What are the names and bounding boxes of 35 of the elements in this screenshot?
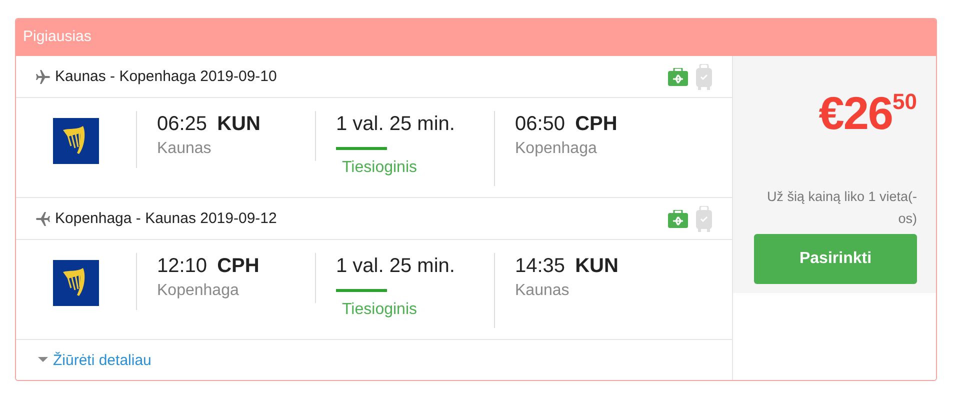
harp-logo-icon — [53, 260, 99, 306]
duration-line — [336, 289, 387, 292]
select-button[interactable]: Pasirinkti — [754, 234, 917, 284]
details-link[interactable]: Žiūrėti detaliau — [53, 352, 152, 368]
departure-time: 06:25 — [157, 113, 208, 136]
airplane-icon — [35, 210, 51, 226]
city-name: Kopenhaga — [515, 140, 598, 158]
city-name: Kaunas — [515, 282, 570, 300]
flight-duration: 1 val. 25 min. — [336, 113, 455, 136]
route-title: Kaunas - Kopenhaga 2019-09-10 — [55, 68, 278, 85]
luggage-icon — [668, 68, 688, 86]
airplane-icon — [35, 68, 51, 84]
seats-left-note: Už šią kainą liko 1 vieta(-os) — [766, 188, 917, 228]
suitcase-icon — [696, 206, 712, 232]
duration-line — [336, 147, 387, 150]
departure-time: 12:10 — [157, 255, 208, 278]
price-cents: 50 — [892, 89, 917, 115]
airport-code: CPH — [217, 255, 260, 278]
city-name: Kaunas — [157, 140, 212, 158]
stops-label: Tiesioginis — [341, 159, 418, 177]
price-amount: €26 — [818, 86, 893, 140]
flight-duration: 1 val. 25 min. — [336, 255, 455, 278]
airport-code: CPH — [575, 113, 618, 136]
stops-label: Tiesioginis — [341, 301, 418, 319]
arrival-time: 14:35 — [515, 255, 566, 278]
route-title: Kopenhaga - Kaunas 2019-09-12 — [55, 210, 278, 227]
card-title: Pigiausias — [16, 19, 936, 56]
harp-logo-icon — [53, 118, 99, 164]
luggage-icon — [668, 210, 688, 228]
city-name: Kopenhaga — [157, 282, 240, 300]
airport-code: KUN — [575, 255, 618, 278]
caret-icon — [38, 357, 48, 363]
suitcase-icon — [696, 64, 712, 90]
arrival-time: 06:50 — [515, 113, 566, 136]
airport-code: KUN — [217, 113, 260, 136]
